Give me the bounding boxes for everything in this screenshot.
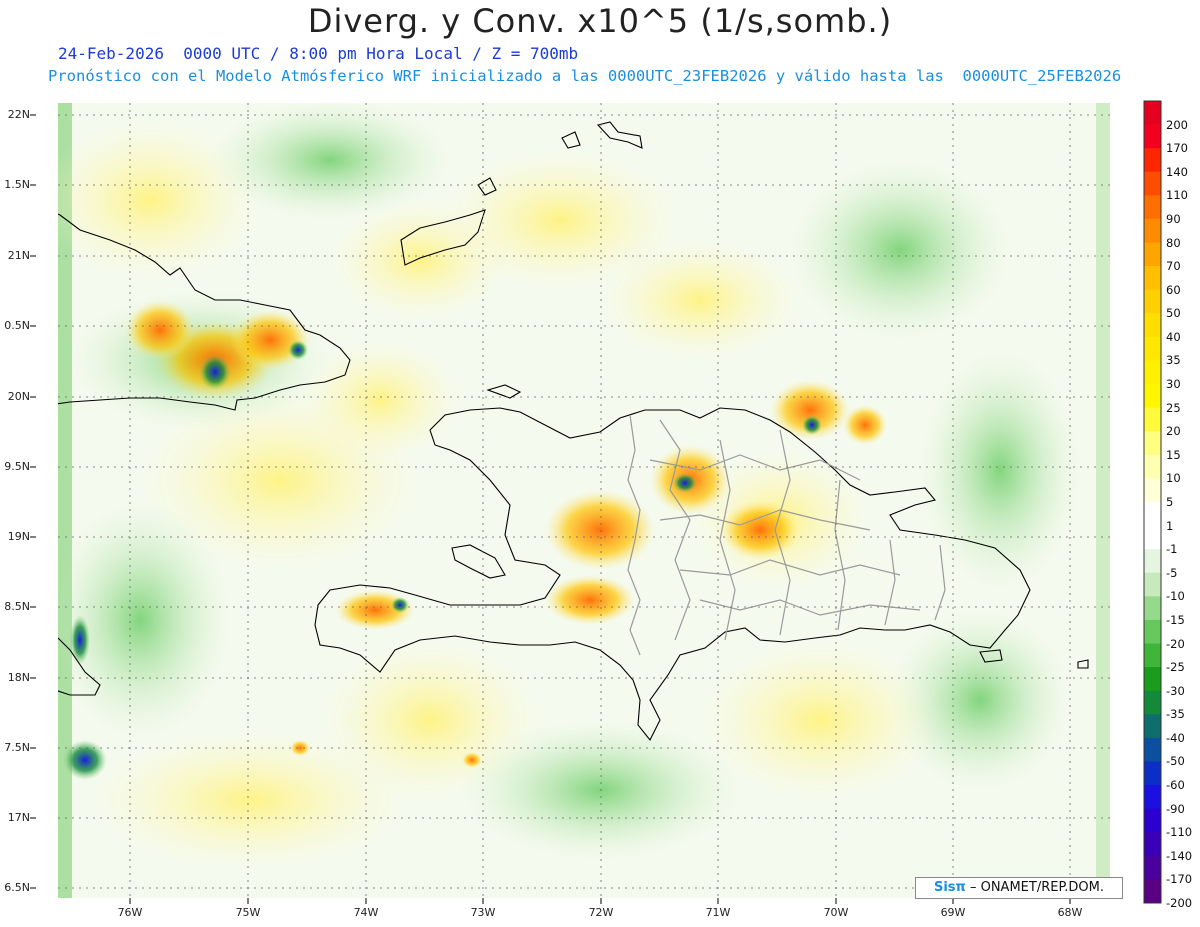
colorbar — [1143, 100, 1162, 904]
colorbar-swatch — [1144, 101, 1161, 126]
credit-text: – ONAMET/REP.DOM. — [969, 880, 1104, 895]
colorbar-label: 110 — [1166, 188, 1188, 203]
colorbar-swatch — [1144, 242, 1161, 267]
lon-label: 68W — [1057, 906, 1083, 919]
colorbar-swatch — [1144, 855, 1161, 880]
colorbar-label: 25 — [1166, 400, 1181, 415]
colorbar-label: 20 — [1166, 424, 1181, 439]
colorbar-label: -200 — [1166, 896, 1193, 910]
lon-label: 75W — [235, 906, 261, 919]
colorbar-label: -110 — [1166, 825, 1193, 840]
lat-label: 0.5N — [4, 319, 30, 332]
colorbar-label: -90 — [1166, 801, 1185, 816]
lat-label: 17N — [7, 811, 30, 824]
colorbar-label: -40 — [1166, 730, 1185, 745]
colorbar-swatch — [1144, 525, 1161, 550]
colorbar-label: 1 — [1166, 518, 1174, 533]
colorbar-swatch — [1144, 171, 1161, 196]
colorbar-swatch — [1144, 549, 1161, 574]
colorbar-swatch — [1144, 502, 1161, 527]
colorbar-swatch — [1144, 195, 1161, 220]
colorbar-label: -140 — [1166, 848, 1193, 863]
lat-label: 6.5N — [4, 881, 30, 894]
colorbar-label: 5 — [1166, 495, 1174, 509]
colorbar-label: -25 — [1166, 660, 1185, 675]
colorbar-label: -5 — [1166, 565, 1178, 580]
colorbar-swatch — [1144, 596, 1161, 621]
colorbar-label: 140 — [1166, 164, 1188, 179]
lat-label: 1.5N — [4, 178, 30, 191]
colorbar-swatch — [1144, 289, 1161, 314]
colorbar-swatch — [1144, 384, 1161, 409]
lat-label: 9.5N — [4, 460, 30, 473]
colorbar-label: -60 — [1166, 778, 1185, 793]
colorbar-label: 10 — [1166, 471, 1181, 486]
colorbar-swatch — [1144, 407, 1161, 432]
lon-label: 70W — [823, 906, 849, 919]
colorbar-label: 90 — [1166, 211, 1181, 226]
lon-label: 72W — [588, 906, 614, 919]
colorbar-swatch — [1144, 218, 1161, 244]
lat-label: 8.5N — [4, 600, 30, 613]
colorbar-swatch — [1144, 313, 1161, 338]
colorbar-swatch — [1144, 148, 1161, 173]
forecast-map — [30, 100, 1162, 904]
colorbar-label: 15 — [1166, 447, 1181, 462]
lon-label: 76W — [117, 906, 143, 919]
colorbar-label: 50 — [1166, 306, 1181, 321]
credit-box: Sisπ – ONAMET/REP.DOM. — [915, 877, 1123, 899]
colorbar-swatch — [1144, 266, 1161, 291]
colorbar-swatch — [1144, 832, 1161, 857]
colorbar-swatch — [1144, 808, 1161, 833]
colorbar-label: 60 — [1166, 282, 1181, 297]
colorbar-swatch — [1144, 454, 1161, 479]
colorbar-label: -30 — [1166, 683, 1185, 698]
colorbar-label: 80 — [1166, 235, 1181, 250]
colorbar-label: 200 — [1166, 117, 1188, 132]
colorbar-swatch — [1144, 667, 1161, 692]
colorbar-label: 40 — [1166, 329, 1181, 344]
colorbar-label: -10 — [1166, 589, 1185, 604]
colorbar-swatch — [1144, 761, 1161, 786]
colorbar-label: 35 — [1166, 353, 1181, 368]
colorbar-label: 30 — [1166, 377, 1181, 392]
lat-label: 19N — [7, 530, 30, 543]
sispi-logo: Sisπ — [933, 880, 966, 895]
colorbar-label: -1 — [1166, 542, 1178, 557]
colorbar-swatch — [1144, 124, 1161, 149]
colorbar-swatch — [1144, 737, 1161, 762]
colorbar-swatch — [1144, 785, 1161, 810]
lat-label: 7.5N — [4, 741, 30, 754]
colorbar-swatch — [1144, 336, 1161, 361]
colorbar-label: 70 — [1166, 259, 1181, 274]
colorbar-label: -35 — [1166, 707, 1185, 722]
colorbar-swatch — [1144, 690, 1161, 715]
lon-label: 69W — [940, 906, 966, 919]
colorbar-swatch — [1144, 879, 1161, 904]
divergence-field — [58, 103, 1110, 898]
colorbar-swatch — [1144, 431, 1161, 456]
colorbar-swatch — [1144, 360, 1161, 385]
colorbar-swatch — [1144, 572, 1161, 597]
colorbar-label: -15 — [1166, 612, 1185, 627]
lon-label: 73W — [470, 906, 496, 919]
colorbar-swatch — [1144, 478, 1161, 503]
lat-label: 22N — [7, 108, 30, 121]
colorbar-swatch — [1144, 619, 1161, 645]
colorbar-swatch — [1144, 643, 1161, 668]
colorbar-label: -50 — [1166, 754, 1185, 769]
lat-label: 20N — [7, 390, 30, 403]
lat-label: 21N — [7, 249, 30, 262]
colorbar-label: 170 — [1166, 141, 1188, 156]
colorbar-label: -20 — [1166, 636, 1185, 651]
colorbar-swatch — [1144, 714, 1161, 739]
lon-label: 71W — [705, 906, 731, 919]
colorbar-label: -170 — [1166, 872, 1193, 887]
lon-label: 74W — [353, 906, 379, 919]
lat-label: 18N — [7, 671, 30, 684]
